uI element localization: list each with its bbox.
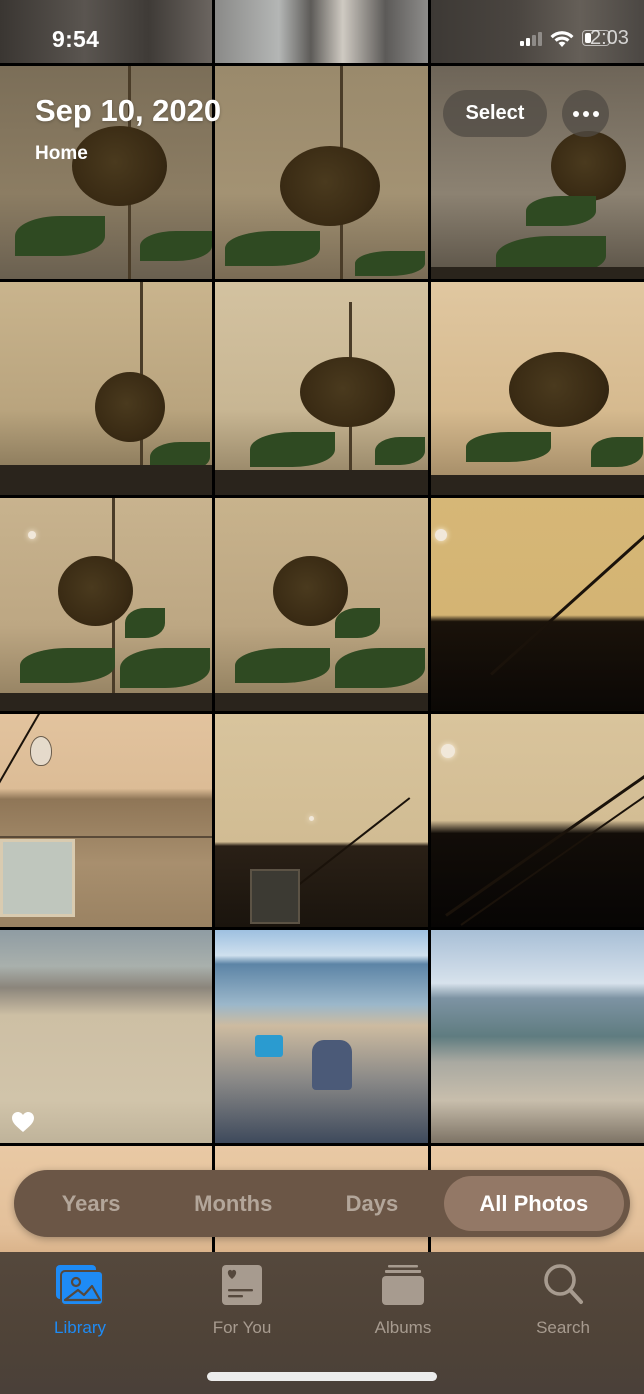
ellipsis-icon	[592, 110, 599, 117]
roof-shape	[431, 267, 644, 279]
sunflower-shape	[509, 352, 609, 427]
photo-thumbnail[interactable]	[0, 498, 212, 711]
segment-years[interactable]: Years	[20, 1176, 162, 1231]
more-options-button[interactable]	[562, 90, 609, 137]
leaf-shape	[20, 648, 115, 683]
photo-thumbnail[interactable]	[215, 714, 428, 927]
leaf-shape	[235, 648, 330, 683]
photo-library-icon	[56, 1265, 104, 1306]
tab-library[interactable]: Library	[20, 1262, 140, 1338]
photo-thumbnail[interactable]	[215, 66, 428, 279]
status-time: 9:54	[52, 26, 100, 52]
sunflower-shape	[280, 146, 380, 226]
tab-label: For You	[212, 1318, 272, 1337]
ellipsis-icon	[572, 110, 579, 117]
bucket-shape	[255, 1035, 283, 1057]
roof-shape	[215, 470, 428, 495]
ellipsis-icon	[582, 110, 589, 117]
battery-overlay-text: 2:03	[590, 27, 629, 49]
photo-thumbnail[interactable]	[431, 930, 644, 1143]
home-indicator[interactable]	[207, 1372, 437, 1381]
albums-icon	[382, 1265, 424, 1305]
roof-shape	[215, 693, 428, 711]
location-subtitle[interactable]: Home	[35, 143, 88, 165]
search-icon	[544, 1264, 583, 1304]
leaf-shape	[375, 437, 425, 465]
sun-shape	[309, 816, 314, 821]
lightbulb-shape	[30, 736, 52, 766]
leaf-shape	[140, 231, 212, 261]
child-shape	[312, 1040, 352, 1090]
status-icons: 2:03	[520, 27, 630, 49]
leaf-shape	[466, 432, 551, 462]
photo-thumbnail[interactable]	[215, 282, 428, 495]
sunflower-shape	[72, 126, 167, 206]
leaf-shape	[355, 251, 425, 276]
wire-shape	[445, 765, 644, 917]
photo-thumbnail[interactable]	[215, 0, 428, 63]
window-shape	[250, 869, 300, 924]
photo-thumbnail[interactable]	[0, 930, 212, 1143]
page-title: Sep 10, 2020	[35, 93, 222, 128]
sun-shape	[28, 531, 36, 539]
tab-search[interactable]: Search	[503, 1262, 623, 1338]
segment-days[interactable]: Days	[304, 1176, 439, 1231]
sun-shape	[435, 529, 447, 541]
tab-label: Search	[536, 1318, 590, 1337]
sun-shape	[441, 744, 455, 758]
segment-all-photos[interactable]: All Photos	[443, 1176, 624, 1231]
sunflower-shape	[551, 131, 626, 201]
leaf-shape	[591, 437, 643, 467]
leaf-shape	[526, 196, 596, 226]
select-button[interactable]: Select	[443, 90, 547, 137]
sunflower-shape	[58, 556, 133, 626]
leaf-shape	[125, 608, 165, 638]
for-you-icon	[222, 1265, 262, 1305]
window-shape	[0, 839, 75, 917]
wire-shape	[489, 532, 644, 676]
leaf-shape	[120, 648, 210, 688]
leaf-shape	[15, 216, 105, 256]
roof-shape	[431, 475, 644, 495]
tab-albums[interactable]: Albums	[343, 1262, 463, 1338]
photo-thumbnail[interactable]	[431, 282, 644, 495]
favorite-heart-icon	[12, 1112, 34, 1132]
photo-thumbnail[interactable]	[431, 714, 644, 927]
roof-shape	[0, 693, 212, 711]
leaf-shape	[335, 648, 425, 688]
sunflower-shape	[300, 357, 395, 427]
signal-icon	[520, 32, 542, 46]
leaf-shape	[335, 608, 380, 638]
tab-label: Albums	[374, 1318, 432, 1337]
tab-for-you[interactable]: For You	[182, 1262, 302, 1338]
photo-thumbnail[interactable]	[215, 930, 428, 1143]
photo-thumbnail[interactable]	[0, 282, 212, 495]
battery-icon: 2:03	[582, 27, 630, 49]
tab-bar: Library For You Albums Search	[0, 1252, 644, 1394]
roof-edge	[0, 836, 212, 838]
wifi-icon	[550, 31, 574, 47]
view-segmented-control: Years Months Days All Photos	[14, 1170, 630, 1237]
photo-thumbnail[interactable]	[215, 498, 428, 711]
photo-thumbnail[interactable]	[0, 0, 212, 63]
sunflower-shape	[95, 372, 165, 442]
photo-thumbnail[interactable]	[0, 714, 212, 927]
photo-thumbnail[interactable]	[431, 498, 644, 711]
roof-shape	[0, 465, 212, 495]
photo-grid	[0, 0, 644, 1359]
segment-months[interactable]: Months	[162, 1176, 304, 1231]
tab-label: Library	[54, 1318, 106, 1337]
leaf-shape	[225, 231, 320, 266]
leaf-shape	[250, 432, 335, 467]
